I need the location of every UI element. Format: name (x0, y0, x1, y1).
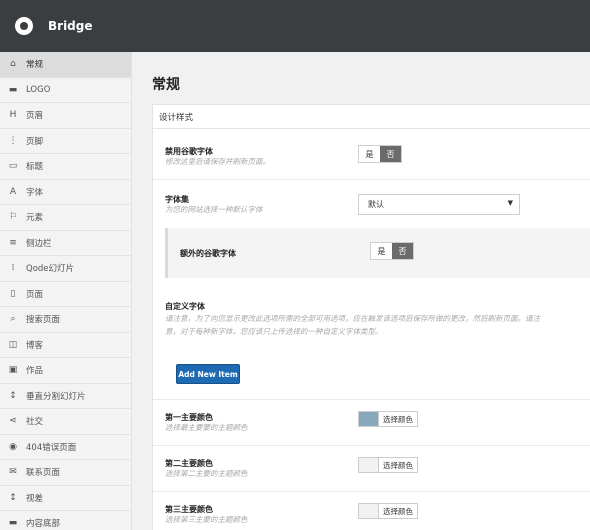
sidebar-item-label: Qode幻灯片 (26, 264, 75, 275)
coffee-icon: ▬ (8, 84, 18, 95)
sidebar-item[interactable]: ▬ LOGO (0, 78, 131, 103)
sidebar-item[interactable]: ▣ 作品 (0, 358, 131, 384)
image-icon: ▣ (8, 365, 18, 376)
top-bar: Bridge (0, 0, 590, 52)
bridge-logo-icon (15, 17, 33, 35)
color-row: 第三主要颜色 选择第三主要的主题颜色 选择颜色 (153, 492, 590, 530)
sidebar-item[interactable]: ⌂ 常规 (0, 52, 131, 78)
sidebar-item-label: 元素 (26, 213, 44, 224)
sidebar-item-label: LOGO (26, 84, 51, 95)
select-color-button[interactable]: 选择颜色 (379, 457, 418, 473)
toggle-no[interactable]: 否 (380, 146, 401, 162)
share-icon: ⋖ (9, 416, 17, 427)
extra-google-fonts-row: 额外的谷歌字体 是 否 (165, 228, 590, 278)
color-swatch[interactable] (358, 411, 379, 427)
menu-icon: ≡ (9, 237, 17, 248)
sidebar-item-label: 博客 (26, 340, 44, 351)
error-icon: ◉ (9, 441, 17, 452)
sidebar-item[interactable]: ⌕ 搜索页面 (0, 307, 131, 333)
sidebar-item-label: 搜索页面 (26, 315, 61, 326)
sidebar-item-label: 标题 (26, 162, 44, 173)
sidebar-item[interactable]: ⋖ 社交 (0, 409, 131, 435)
sidebar-item-label: 常规 (26, 60, 44, 71)
sidebar-item[interactable]: ▭ 标题 (0, 154, 131, 180)
sidebar-item[interactable]: ◫ 博客 (0, 333, 131, 358)
search-icon: ⌕ (10, 314, 16, 325)
footer-icon: ⋮ (8, 135, 18, 146)
color-picker[interactable]: 选择颜色 (358, 457, 418, 473)
blog-icon: ◫ (8, 339, 18, 350)
chevron-down-icon: ▼ (507, 199, 513, 207)
sidebar-item-label: 作品 (26, 366, 44, 377)
sidebar-item[interactable]: ⁞ Qode幻灯片 (0, 256, 131, 282)
font-set-selected: 默认 (368, 200, 384, 209)
sidebar-item[interactable]: A 字体 (0, 180, 131, 205)
sidebar-item[interactable]: ↕ 垂直分割幻灯片 (0, 384, 131, 409)
sidebar-item-label: 404错误页面 (26, 442, 77, 453)
custom-fonts-row: 自定义字体 请注意，为了向您显示更改此选项所需的全部可用选项，应在触发该选项后保… (153, 278, 590, 400)
sidebar-item-label: 页眉 (26, 111, 44, 122)
color-row: 第二主要颜色 选择第二主要的主题颜色 选择颜色 (153, 446, 590, 492)
sidebar-item[interactable]: ≡ 侧边栏 (0, 231, 131, 256)
main-content: 常规 设计样式 禁用谷歌字体 修改这里后请保存并刷新页面。 是 否 字体集 为您… (132, 52, 590, 530)
sidebar-item[interactable]: ▯ 页面 (0, 282, 131, 307)
bank-icon: ⌂ (10, 59, 16, 70)
sidebar-item-label: 字体 (26, 187, 44, 198)
sidebar-item-label: 页面 (26, 289, 44, 300)
select-color-button[interactable]: 选择颜色 (379, 503, 418, 519)
disable-google-fonts-row: 禁用谷歌字体 修改这里后请保存并刷新页面。 是 否 (153, 129, 590, 180)
sidebar-item-label: 垂直分割幻灯片 (26, 391, 86, 402)
mail-icon: ✉ (9, 467, 17, 478)
sidebar-item-label: 社交 (26, 417, 44, 428)
color-picker[interactable]: 选择颜色 (358, 411, 418, 427)
toggle-yes[interactable]: 是 (371, 243, 392, 259)
page-icon: ▯ (10, 288, 16, 299)
color-swatch[interactable] (358, 503, 379, 519)
sidebar-item[interactable]: ↕ 视差 (0, 486, 131, 511)
sidebar: ⌂ 常规 ▬ LOGO H 页眉 ⋮ 页脚 ▭ 标题 A 字体 ⚐ 元素 ≡ 侧边栏 ⁞ Qode幻灯片 ▯ 页面 ⌕ 搜… (0, 52, 132, 530)
font-icon: A (9, 186, 17, 197)
color-desc: 选择第三主要的主题颜色 (165, 515, 248, 524)
add-new-item-button[interactable]: Add New Item (176, 364, 240, 384)
toggle-no[interactable]: 否 (392, 243, 413, 259)
header-icon: H (9, 110, 17, 121)
settings-panel: 设计样式 禁用谷歌字体 修改这里后请保存并刷新页面。 是 否 字体集 为您的网站… (152, 104, 590, 530)
sidebar-item[interactable]: ✉ 联系页面 (0, 460, 131, 486)
color-row: 第一主要颜色 选择最主要要的主题颜色 选择颜色 (153, 400, 590, 446)
disable-google-fonts-desc: 修改这里后请保存并刷新页面。 (165, 157, 270, 166)
brand-name: Bridge (48, 19, 93, 33)
sidebar-item[interactable]: ▬ 内容底部 (0, 511, 131, 530)
font-set-row: 字体集 为您的网站选择一种默认字体 默认 ▼ 额外的谷歌字体 是 否 (153, 180, 590, 278)
title-icon: ▭ (8, 161, 18, 172)
custom-fonts-desc: 请注意，为了向您显示更改此选项所需的全部可用选项，应在触发该选项后保存所做的更改… (165, 314, 540, 336)
sidebar-item-label: 联系页面 (26, 468, 61, 479)
sidebar-item-label: 内容底部 (26, 519, 61, 530)
custom-fonts-title: 自定义字体 (165, 302, 205, 311)
sidebar-item[interactable]: ⚐ 元素 (0, 205, 131, 231)
font-set-desc: 为您的网站选择一种默认字体 (165, 205, 263, 214)
vertical-split-icon: ↕ (9, 390, 17, 401)
sidebar-item-label: 页脚 (26, 136, 44, 147)
flag-icon: ⚐ (8, 212, 18, 223)
font-set-select[interactable]: 默认 ▼ (358, 194, 520, 215)
sidebar-item[interactable]: ◉ 404错误页面 (0, 435, 131, 460)
content-bottom-icon: ▬ (8, 518, 18, 529)
page-title: 常规 (152, 77, 180, 93)
color-picker[interactable]: 选择颜色 (358, 503, 418, 519)
toggle-yes[interactable]: 是 (359, 146, 380, 162)
sidebar-item-label: 视差 (26, 493, 44, 504)
parallax-icon: ↕ (9, 492, 17, 503)
slides-icon: ⁞ (11, 263, 15, 274)
sidebar-item-label: 侧边栏 (26, 238, 52, 249)
sidebar-item[interactable]: H 页眉 (0, 103, 131, 129)
extra-google-fonts-toggle[interactable]: 是 否 (370, 242, 414, 260)
disable-google-fonts-toggle[interactable]: 是 否 (358, 145, 402, 163)
select-color-button[interactable]: 选择颜色 (379, 411, 418, 427)
extra-google-fonts-title: 额外的谷歌字体 (180, 249, 236, 258)
color-desc: 选择最主要要的主题颜色 (165, 423, 248, 432)
section-header: 设计样式 (153, 105, 590, 129)
color-desc: 选择第二主要的主题颜色 (165, 469, 248, 478)
color-swatch[interactable] (358, 457, 379, 473)
sidebar-item[interactable]: ⋮ 页脚 (0, 129, 131, 154)
